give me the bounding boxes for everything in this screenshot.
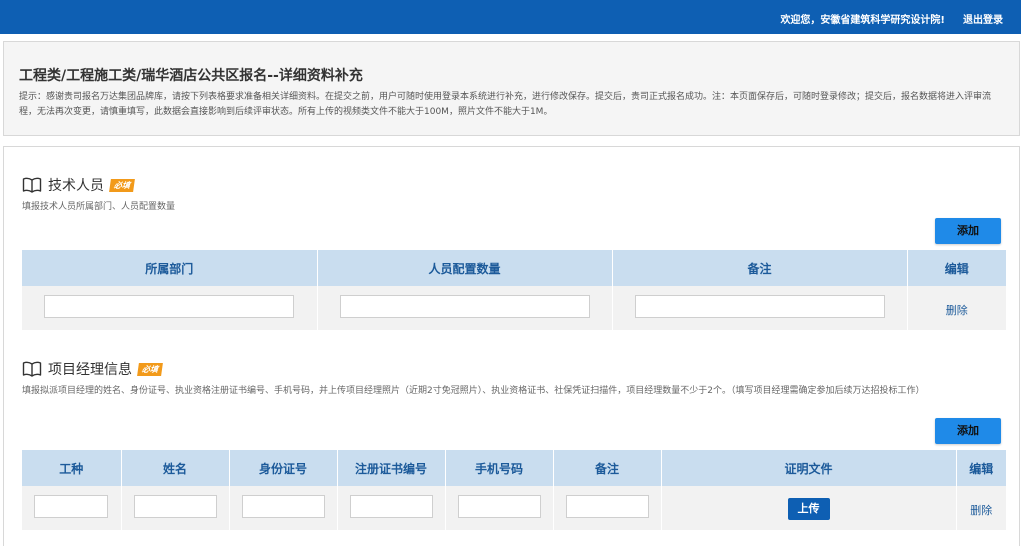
column-header: 注册证书编号 — [337, 450, 446, 486]
required-badge: 必填 — [109, 178, 135, 192]
pm-section-header: 项目经理信息 必填 — [22, 359, 163, 379]
job-type-input[interactable] — [34, 494, 109, 518]
tech-table-header: 所属部门 人员配置数量 备注 编辑 — [22, 250, 1006, 286]
column-header: 备注 — [553, 450, 662, 486]
main-panel: 技术人员 必填 填报技术人员所属部门、人员配置数量 添加 所属部门 人员配置数量… — [3, 146, 1020, 546]
pm-section-desc: 填报拟派项目经理的姓名、身份证号、执业资格注册证书编号、手机号码，并上传项目经理… — [22, 386, 925, 396]
phone-input[interactable] — [457, 494, 541, 518]
certificate-number-input[interactable] — [349, 494, 433, 518]
tech-section-title: 技术人员 — [48, 178, 104, 194]
delete-link[interactable]: 删除 — [946, 304, 968, 317]
required-badge: 必填 — [137, 362, 163, 376]
column-header: 证明文件 — [661, 450, 957, 486]
tech-add-button[interactable]: 添加 — [935, 218, 1001, 244]
column-header: 身份证号 — [229, 450, 338, 486]
upload-button[interactable]: 上传 — [787, 497, 830, 520]
header-panel: 工程类/工程施工类/瑞华酒店公共区报名--详细资料补充 提示：感谢贵司报名万达集… — [3, 41, 1020, 136]
delete-link[interactable]: 删除 — [970, 504, 992, 517]
notice-text: 提示：感谢贵司报名万达集团品牌库，请按下列表格要求准备相关详细资料。在提交之前，… — [19, 92, 992, 117]
pm-table-header: 工种 姓名 身份证号 注册证书编号 手机号码 备注 证明文件 编辑 — [22, 450, 1006, 486]
pm-add-button[interactable]: 添加 — [935, 418, 1001, 444]
pm-table: 工种 姓名 身份证号 注册证书编号 手机号码 备注 证明文件 编辑 上传 删除 — [22, 450, 1006, 530]
column-header: 手机号码 — [445, 450, 554, 486]
page-title: 工程类/工程施工类/瑞华酒店公共区报名--详细资料补充 — [19, 68, 363, 84]
column-header: 姓名 — [121, 450, 230, 486]
column-header: 备注 — [612, 250, 908, 286]
pm-section-title: 项目经理信息 — [48, 362, 132, 378]
book-open-icon — [22, 177, 42, 193]
logout-link[interactable]: 退出登录 — [963, 11, 1003, 26]
id-number-input[interactable] — [241, 494, 325, 518]
column-header: 编辑 — [956, 450, 1006, 486]
table-row: 删除 — [22, 286, 1006, 330]
tech-table: 所属部门 人员配置数量 备注 编辑 删除 — [22, 250, 1006, 330]
book-open-icon — [22, 361, 42, 377]
staff-count-input[interactable] — [339, 294, 590, 318]
column-header: 所属部门 — [22, 250, 318, 286]
column-header: 编辑 — [907, 250, 1006, 286]
table-row: 上传 删除 — [22, 486, 1006, 530]
top-bar: 欢迎您，安徽省建筑科学研究设计院! 退出登录 — [0, 0, 1021, 34]
column-header: 工种 — [22, 450, 122, 486]
welcome-text: 欢迎您，安徽省建筑科学研究设计院! — [780, 15, 945, 26]
remark-input[interactable] — [565, 494, 649, 518]
name-input[interactable] — [133, 494, 217, 518]
column-header: 人员配置数量 — [317, 250, 613, 286]
remark-input[interactable] — [634, 294, 885, 318]
tech-section-header: 技术人员 必填 — [22, 175, 135, 195]
tech-section-desc: 填报技术人员所属部门、人员配置数量 — [22, 202, 176, 212]
department-input[interactable] — [44, 294, 295, 318]
